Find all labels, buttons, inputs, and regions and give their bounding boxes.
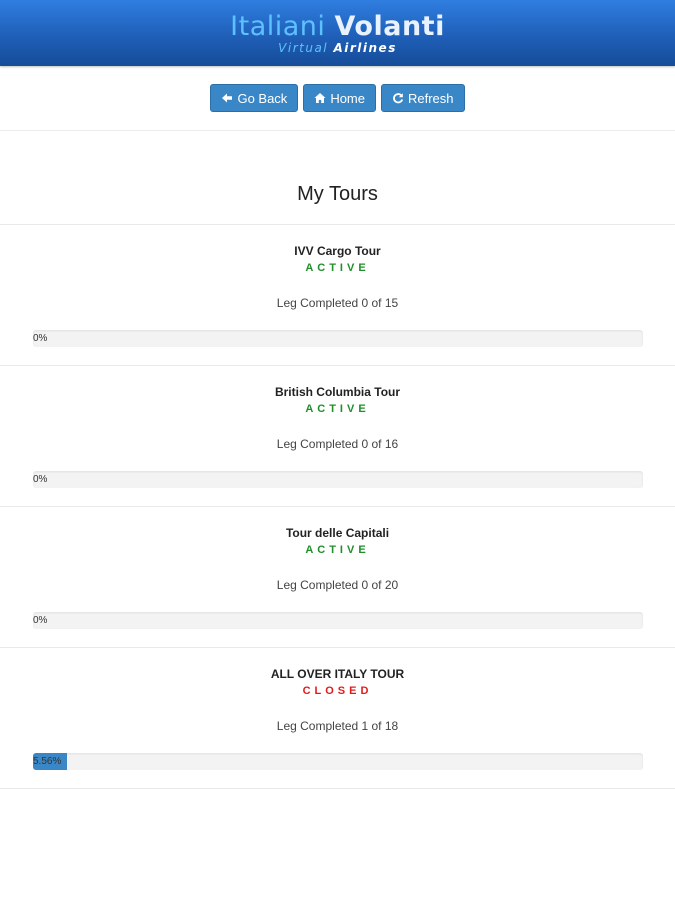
home-icon [314, 93, 326, 103]
tour-progress-bar: 0% [33, 612, 643, 629]
tour-progress-label: 0% [33, 333, 48, 344]
tour-progress-bar: 5.56% [33, 753, 643, 770]
tour-name[interactable]: ALL OVER ITALY TOUR [0, 667, 675, 681]
tour-status-badge: ACTIVE [305, 403, 370, 415]
tour-legs-completed: Leg Completed 1 of 18 [276, 719, 399, 733]
tour-status-badge: ACTIVE [305, 262, 370, 274]
logo-subtitle: Virtual Airlines [278, 42, 397, 54]
arrow-left-icon [222, 93, 233, 103]
tour-card: ALL OVER ITALY TOUR CLOSED Leg Completed… [0, 648, 675, 789]
tour-status-badge: CLOSED [302, 685, 373, 697]
logo-sub-airlines: Airlines [333, 40, 397, 55]
nav-toolbar: Go Back Home Refresh [0, 66, 675, 131]
tour-list: IVV Cargo Tour ACTIVE Leg Completed 0 of… [0, 225, 675, 789]
logo-word-volanti: Volanti [334, 10, 445, 42]
tour-legs-completed: Leg Completed 0 of 20 [276, 578, 399, 592]
tour-card: IVV Cargo Tour ACTIVE Leg Completed 0 of… [0, 225, 675, 366]
tour-status-badge: ACTIVE [305, 544, 370, 556]
refresh-label: Refresh [408, 90, 454, 106]
tour-progress-bar: 0% [33, 330, 643, 347]
logo-title: Italiani Volanti [230, 13, 445, 40]
tour-progress-label: 0% [33, 615, 48, 626]
tour-card: Tour delle Capitali ACTIVE Leg Completed… [0, 507, 675, 648]
logo-sub-virtual: Virtual [278, 40, 329, 55]
tour-legs-completed: Leg Completed 0 of 15 [276, 296, 399, 310]
tour-name[interactable]: IVV Cargo Tour [0, 244, 675, 258]
tour-progress-label: 0% [33, 474, 48, 485]
tour-progress-bar: 0% [33, 471, 643, 488]
refresh-button[interactable]: Refresh [381, 84, 465, 112]
refresh-icon [393, 93, 404, 104]
go-back-label: Go Back [237, 90, 288, 106]
home-label: Home [330, 90, 365, 106]
tour-name[interactable]: Tour delle Capitali [0, 526, 675, 540]
go-back-button[interactable]: Go Back [210, 84, 299, 112]
logo-word-italiani: Italiani [230, 10, 326, 42]
tour-name[interactable]: British Columbia Tour [0, 385, 675, 399]
tour-card: British Columbia Tour ACTIVE Leg Complet… [0, 366, 675, 507]
tour-progress-label: 5.56% [33, 756, 62, 767]
italiani-volanti-logo[interactable]: Italiani Volanti Virtual Airlines [230, 13, 445, 54]
page-title: My Tours [0, 131, 675, 225]
tour-legs-completed: Leg Completed 0 of 16 [276, 437, 399, 451]
home-button[interactable]: Home [303, 84, 376, 112]
app-header: Italiani Volanti Virtual Airlines [0, 0, 675, 66]
